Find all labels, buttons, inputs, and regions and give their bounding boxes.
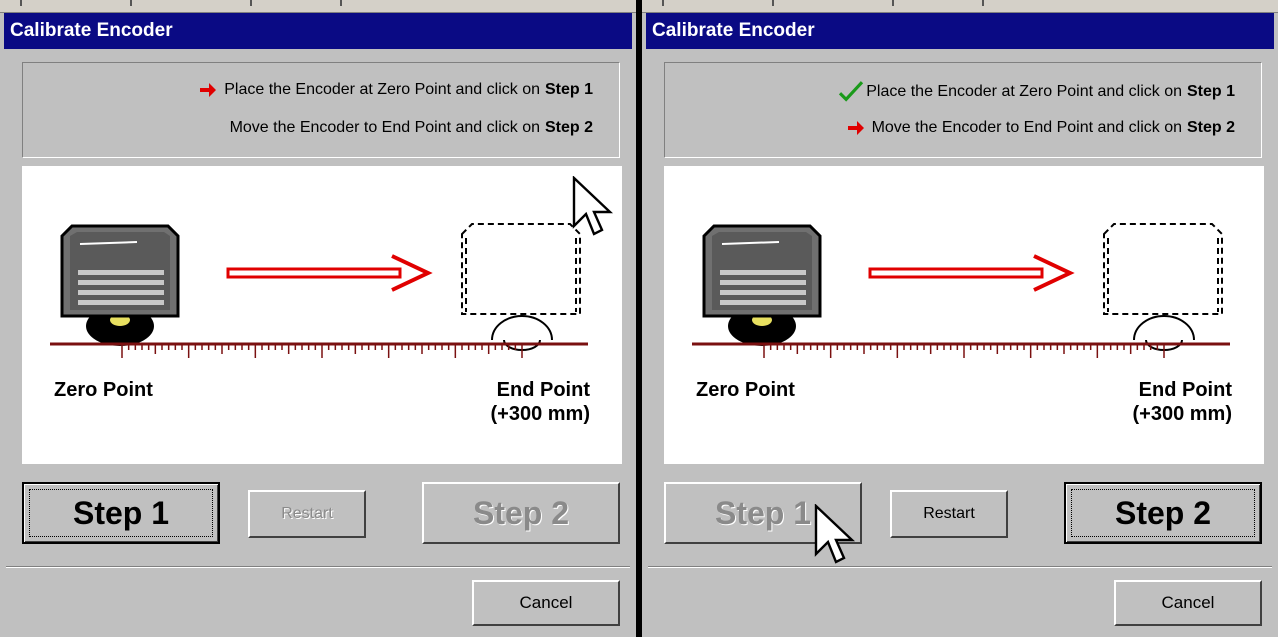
red-arrow-icon	[847, 121, 864, 135]
instruction-line-1: Place the Encoder at Zero Point and clic…	[838, 81, 1235, 103]
instruction-1-text: Place the Encoder at Zero Point and clic…	[866, 83, 1182, 100]
ghost-encoder-icon	[461, 223, 581, 351]
end-point-title: End Point	[496, 379, 590, 401]
instruction-2-bold: Step 2	[1186, 119, 1235, 136]
end-point-label: End Point (+300 mm)	[1133, 378, 1233, 426]
instruction-line-1: Place the Encoder at Zero Point and clic…	[198, 81, 593, 99]
zero-point-label: Zero Point	[54, 379, 153, 401]
mouse-pointer-icon	[814, 504, 856, 564]
restart-label: Restart	[281, 505, 333, 522]
separator	[648, 566, 1272, 568]
movement-arrow-icon	[868, 254, 1075, 292]
green-check-icon	[839, 81, 864, 102]
calibration-illustration: Zero Point End Point (+300 mm)	[664, 166, 1264, 464]
instruction-2-bold: Step 2	[544, 119, 593, 136]
instruction-line-2: Move the Encoder to End Point and click …	[846, 119, 1235, 137]
encoder-device-icon	[702, 224, 822, 346]
step-1-label: Step 1	[714, 494, 812, 531]
end-point-title: End Point	[1138, 379, 1232, 401]
cancel-button[interactable]: Cancel	[1114, 580, 1262, 626]
separator	[6, 566, 630, 568]
cancel-label: Cancel	[1161, 593, 1215, 612]
instruction-1-bold: Step 1	[544, 81, 593, 98]
cancel-label: Cancel	[519, 593, 573, 612]
mouse-pointer-icon	[572, 176, 614, 236]
step-2-button[interactable]: Step 2	[422, 482, 620, 544]
instruction-2-text: Move the Encoder to End Point and click …	[871, 119, 1182, 136]
background-window-strip	[0, 0, 636, 13]
background-window-strip	[642, 0, 1278, 13]
instructions-panel: Place the Encoder at Zero Point and clic…	[22, 62, 620, 158]
step-1-label: Step 1	[72, 494, 170, 531]
step-2-button[interactable]: Step 2	[1064, 482, 1262, 544]
step-2-label: Step 2	[1114, 494, 1212, 531]
zero-point-label: Zero Point	[696, 379, 795, 401]
cancel-button[interactable]: Cancel	[472, 580, 620, 626]
dialog-title: Calibrate Encoder	[4, 13, 632, 49]
step-2-label: Step 2	[472, 494, 570, 531]
calibration-illustration: Zero Point End Point (+300 mm)	[22, 166, 622, 464]
instruction-1-bold: Step 1	[1186, 83, 1235, 100]
calibrate-encoder-dialog-step1: Calibrate Encoder Place the Encoder at Z…	[0, 0, 636, 637]
red-arrow-icon	[200, 83, 217, 97]
ghost-encoder-icon	[1103, 223, 1223, 351]
end-point-label: End Point (+300 mm)	[491, 378, 591, 426]
encoder-device-icon	[60, 224, 180, 346]
restart-button[interactable]: Restart	[248, 490, 366, 538]
end-point-distance: (+300 mm)	[1132, 403, 1233, 425]
dialog-title: Calibrate Encoder	[646, 13, 1274, 49]
movement-arrow-icon	[226, 254, 433, 292]
instruction-2-text: Move the Encoder to End Point and click …	[229, 119, 540, 136]
instruction-1-text: Place the Encoder at Zero Point and clic…	[224, 81, 540, 98]
instruction-line-2: Move the Encoder to End Point and click …	[230, 119, 593, 137]
end-point-distance: (+300 mm)	[490, 403, 591, 425]
restart-label: Restart	[923, 505, 975, 522]
instructions-panel: Place the Encoder at Zero Point and clic…	[664, 62, 1262, 158]
step-1-button[interactable]: Step 1	[22, 482, 220, 544]
calibrate-encoder-dialog-step2: Calibrate Encoder Place the Encoder at Z…	[642, 0, 1278, 637]
restart-button[interactable]: Restart	[890, 490, 1008, 538]
